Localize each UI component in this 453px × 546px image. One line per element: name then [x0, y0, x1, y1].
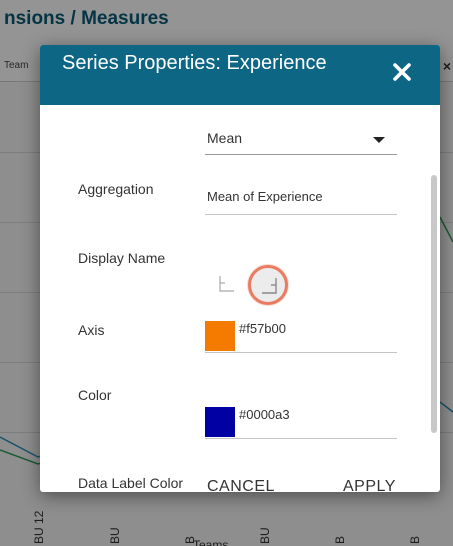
data-label-color-hex-value: #0000a3	[239, 407, 290, 422]
dialog-title: Series Properties: Experience	[62, 52, 327, 74]
close-icon[interactable]	[392, 62, 412, 82]
aggregation-label: Aggregation	[78, 181, 154, 197]
dialog-header: Series Properties: Experience	[40, 45, 440, 105]
apply-button[interactable]: APPLY	[343, 478, 396, 492]
aggregation-select[interactable]: Mean	[205, 125, 397, 155]
dialog-scrollbar[interactable]	[431, 175, 437, 433]
color-picker[interactable]: #f57b00	[205, 321, 397, 353]
display-name-input[interactable]	[205, 183, 397, 215]
chevron-down-icon	[373, 137, 385, 143]
right-axis-icon[interactable]	[248, 265, 288, 305]
color-hex-value: #f57b00	[239, 321, 286, 336]
data-label-color-swatch[interactable]	[205, 407, 235, 437]
display-name-label: Display Name	[78, 250, 166, 266]
cancel-button[interactable]: CANCEL	[207, 478, 275, 492]
aggregation-value: Mean	[207, 130, 243, 146]
series-properties-dialog: Series Properties: Experience Aggregatio…	[40, 45, 440, 492]
color-swatch[interactable]	[205, 321, 235, 351]
data-label-color-picker[interactable]: #0000a3	[205, 407, 397, 439]
dialog-body: Aggregation Mean Display Name Axis Color	[40, 105, 440, 492]
left-axis-icon[interactable]	[218, 275, 236, 293]
data-label-color-label: Data Label Color	[78, 475, 184, 491]
axis-label: Axis	[78, 322, 105, 338]
color-label: Color	[78, 387, 112, 403]
